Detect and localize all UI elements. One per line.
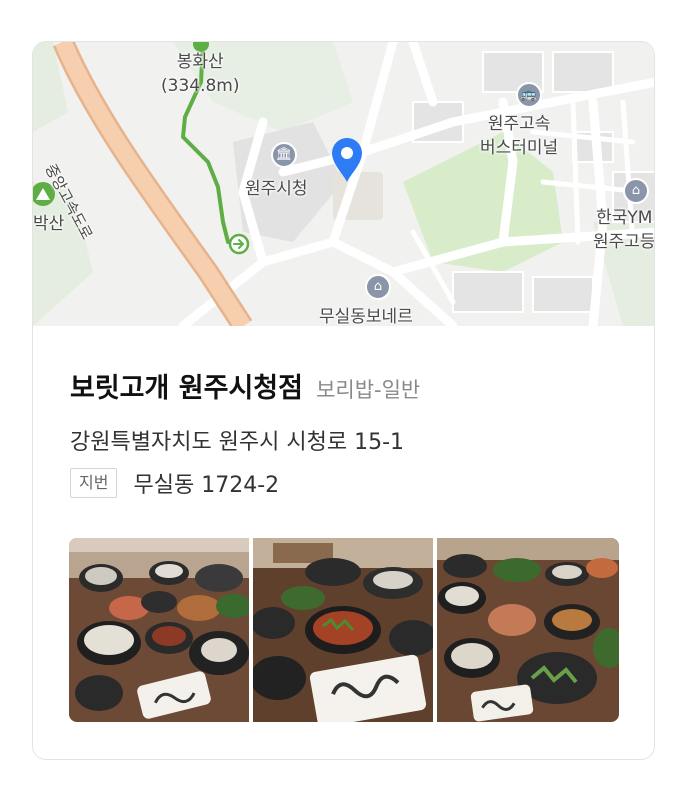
food-photo-2-image <box>253 538 433 722</box>
food-photo-2[interactable] <box>253 538 433 722</box>
map-thumbnail[interactable]: 봉화산 (334.8m) 중앙고속도로 박산 🏛 원주시청 🚌 원주고속 버스터… <box>33 42 655 326</box>
food-photo-1-image <box>69 538 249 722</box>
terminal-name-line2: 버스터미널 <box>480 138 559 158</box>
jibun-address: 무실동 1724-2 <box>133 473 280 498</box>
mountain-name: 봉화산 <box>176 52 224 72</box>
place-category: 보리밥-일반 <box>316 378 421 402</box>
city-hall-label: 원주시청 <box>245 179 308 199</box>
bottom-place-label: 무실동보네르 <box>319 307 413 326</box>
building-icon: ⌂ <box>623 178 649 204</box>
bus-icon: 🚌 <box>516 82 542 108</box>
place-name[interactable]: 보릿고개 원주시청점 <box>70 373 303 404</box>
ymca-label: 한국YM 원주고등 <box>593 206 655 254</box>
home-icon: ⌂ <box>365 274 391 300</box>
mountain-label: 봉화산 (334.8m) <box>161 50 240 98</box>
road-address: 강원특별자치도 원주시 시청로 15-1 <box>70 430 405 455</box>
mountain-elevation: (334.8m) <box>161 76 240 96</box>
government-building-icon: 🏛 <box>271 142 297 168</box>
jibun-badge: 지번 <box>70 468 118 498</box>
place-title-row: 보릿고개 원주시청점 보리밥-일반 <box>70 366 420 405</box>
food-photo-3-image <box>437 538 619 722</box>
food-photo-1[interactable] <box>69 538 249 722</box>
left-mountain-label: 박산 <box>33 214 65 234</box>
ymca-name-line2: 원주고등 <box>593 232 655 252</box>
food-photo-3[interactable] <box>437 538 619 722</box>
photo-strip <box>69 538 619 722</box>
map-canvas <box>33 42 654 326</box>
jibun-address-row: 지번 무실동 1724-2 <box>70 467 279 501</box>
terminal-label: 원주고속 버스터미널 <box>480 112 558 160</box>
terminal-name-line1: 원주고속 <box>487 114 551 134</box>
ymca-name-line1: 한국YM <box>596 208 653 228</box>
location-pin-icon <box>332 138 362 182</box>
place-card[interactable]: 봉화산 (334.8m) 중앙고속도로 박산 🏛 원주시청 🚌 원주고속 버스터… <box>32 41 655 760</box>
